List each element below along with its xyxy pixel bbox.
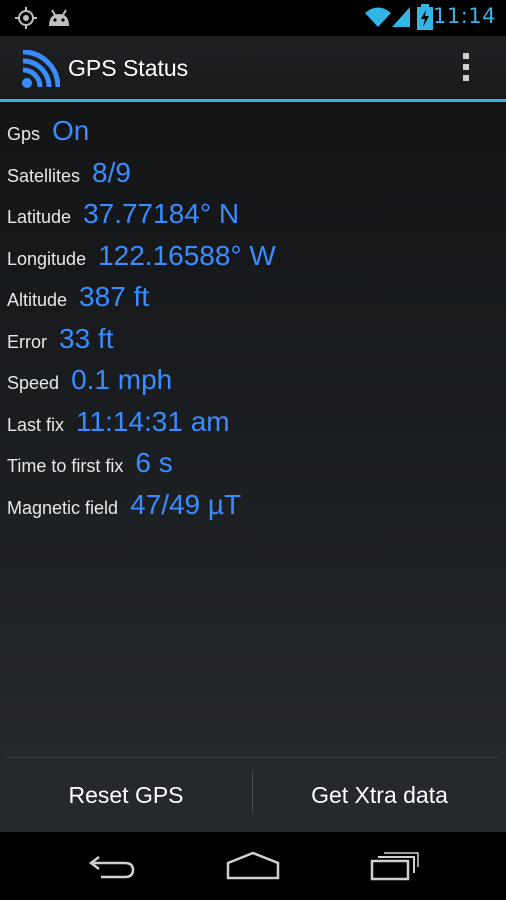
info-label: Magnetic field <box>7 498 119 518</box>
get-xtra-data-button[interactable]: Get Xtra data <box>253 758 506 832</box>
gps-signal-icon <box>22 50 60 88</box>
info-label: Altitude <box>7 290 68 310</box>
gps-icon <box>15 7 37 29</box>
signal-icon <box>392 7 410 27</box>
info-value: 33 ft <box>59 323 114 354</box>
reset-gps-button[interactable]: Reset GPS <box>0 758 252 832</box>
overflow-menu-icon[interactable] <box>459 53 473 85</box>
status-bar: 11:14 <box>0 0 506 36</box>
recent-apps-icon[interactable] <box>352 832 436 900</box>
back-icon[interactable] <box>70 832 154 900</box>
info-value: 11:14:31 am <box>76 406 230 437</box>
info-value: 8/9 <box>92 157 131 188</box>
info-label: Time to first fix <box>7 456 124 476</box>
info-label: Speed <box>7 373 60 393</box>
info-row-time-to-first-fix: Time to first fix 6 s <box>7 447 173 479</box>
info-label: Satellites <box>7 166 81 186</box>
info-row-altitude: Altitude 387 ft <box>7 281 149 313</box>
info-value: 0.1 mph <box>71 364 173 395</box>
info-label: Longitude <box>7 249 87 269</box>
info-row-last-fix: Last fix 11:14:31 am <box>7 406 230 438</box>
info-value: 387 ft <box>79 281 150 312</box>
info-row-speed: Speed 0.1 mph <box>7 364 172 396</box>
home-icon-glyph <box>226 851 280 880</box>
info-row-error: Error 33 ft <box>7 323 113 355</box>
info-label: Error <box>7 332 47 352</box>
info-label: Latitude <box>7 207 72 227</box>
info-row-longitude: Longitude 122.16588° W <box>7 240 276 272</box>
info-row-magnetic-field: Magnetic field 47/49 µT <box>7 489 241 521</box>
android-icon <box>49 9 69 26</box>
info-value: 47/49 µT <box>130 489 242 520</box>
info-label: Gps <box>7 124 41 144</box>
info-row-latitude: Latitude 37.77184° N <box>7 198 239 230</box>
app-title: GPS Status <box>68 55 189 81</box>
wifi-icon <box>365 7 391 27</box>
info-value: 37.77184° N <box>83 198 240 229</box>
info-row-gps: Gps On <box>7 115 89 147</box>
home-icon[interactable] <box>211 832 295 900</box>
recent-apps-icon-glyph <box>370 852 419 881</box>
info-label: Last fix <box>7 415 65 435</box>
back-icon-glyph <box>88 856 135 879</box>
battery-charging-icon <box>417 4 433 30</box>
info-row-satellites: Satellites 8/9 <box>7 157 131 189</box>
info-value: 6 s <box>135 447 173 478</box>
status-clock: 11:14 <box>432 4 496 28</box>
info-value: 122.16588° W <box>98 240 276 271</box>
info-value: On <box>52 115 90 146</box>
